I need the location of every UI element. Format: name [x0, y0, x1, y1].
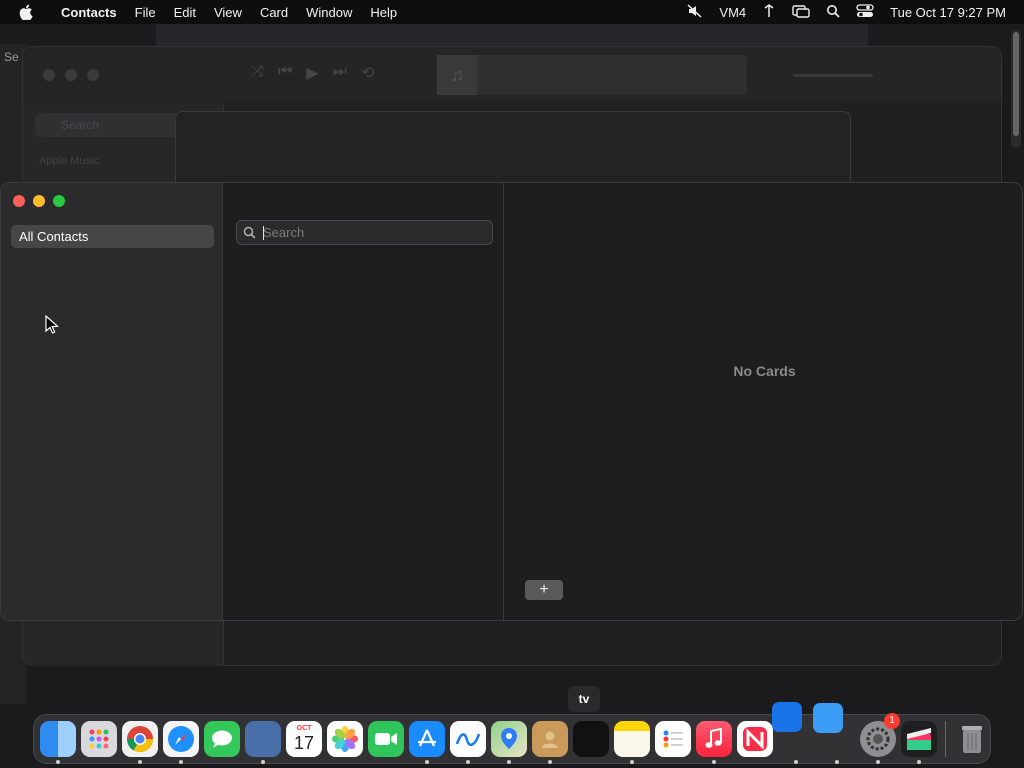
contacts-list-pane: [224, 183, 504, 620]
menu-bar: Contacts File Edit View Card Window Help…: [0, 0, 1024, 24]
menu-clock[interactable]: Tue Oct 17 9:27 PM: [890, 5, 1006, 20]
music-volume-slider[interactable]: [793, 74, 873, 77]
dock: OCT 17 1: [33, 713, 991, 764]
minimize-button[interactable]: [33, 195, 45, 207]
card-detail-pane: No Cards +: [505, 183, 1022, 620]
control-center-icon[interactable]: [856, 3, 874, 21]
shuffle-icon[interactable]: ⤨: [251, 63, 264, 83]
menu-view[interactable]: View: [205, 5, 251, 20]
window-controls: [13, 195, 65, 207]
news-icon[interactable]: [737, 721, 773, 757]
music-content-panel: [175, 111, 851, 191]
groups-sidebar: All Contacts: [1, 183, 223, 620]
close-button[interactable]: [13, 195, 25, 207]
contacts-window: All Contacts No Cards +: [0, 182, 1023, 621]
tv-label-text: tv: [578, 692, 590, 706]
group-all-contacts[interactable]: All Contacts: [11, 225, 214, 248]
freeform-icon[interactable]: [450, 721, 486, 764]
mouse-pointer-icon: [45, 314, 59, 340]
calendar-day: 17: [293, 733, 315, 753]
menu-window[interactable]: Window: [297, 5, 361, 20]
remote-desktop-icon[interactable]: [245, 721, 281, 764]
chrome-icon[interactable]: [122, 721, 158, 764]
system-settings-icon[interactable]: 1: [860, 713, 900, 764]
status-text[interactable]: VM4: [719, 5, 746, 20]
menu-help[interactable]: Help: [361, 5, 406, 20]
add-contact-button[interactable]: +: [525, 580, 563, 600]
background-left-window-text: Se: [4, 50, 19, 64]
launchpad-icon[interactable]: [81, 721, 117, 757]
contacts-search-field[interactable]: [236, 220, 493, 245]
mute-icon[interactable]: [687, 3, 703, 21]
zoom-button[interactable]: [53, 195, 65, 207]
background-window-edge: [156, 24, 868, 48]
dock-separator: [945, 721, 946, 757]
calendar-month: OCT: [296, 725, 312, 732]
menu-file[interactable]: File: [126, 5, 165, 20]
facetime-icon[interactable]: [368, 721, 404, 757]
photos-icon[interactable]: [327, 721, 363, 757]
music-toolbar: ⤨ ⏮ ▶ ⏭ ⟲ ♫: [23, 47, 1001, 103]
background-scrollbar[interactable]: [1011, 30, 1021, 148]
keynote-floating-icon[interactable]: [772, 702, 802, 732]
previous-icon[interactable]: ⏮: [278, 63, 292, 83]
apple-tv-icon[interactable]: [573, 721, 609, 757]
maps-icon[interactable]: [491, 721, 527, 764]
repeat-icon[interactable]: ⟲: [361, 63, 374, 83]
empty-state-label: No Cards: [733, 363, 796, 379]
app-store-icon[interactable]: [409, 721, 445, 764]
notes-icon[interactable]: [614, 721, 650, 764]
play-icon[interactable]: ▶: [306, 63, 318, 83]
menu-app-name[interactable]: Contacts: [52, 5, 126, 20]
trash-icon[interactable]: [954, 721, 990, 757]
apple-tv-tooltip: tv: [568, 686, 600, 712]
menu-edit[interactable]: Edit: [165, 5, 205, 20]
spotlight-search-icon[interactable]: [826, 4, 840, 21]
safari-icon[interactable]: [163, 721, 199, 764]
network-icon[interactable]: [762, 3, 776, 21]
music-note-icon: ♫: [437, 55, 477, 95]
music-window-controls: [43, 69, 99, 81]
contacts-app-icon[interactable]: [532, 721, 568, 764]
screen-mirroring-icon[interactable]: [792, 4, 810, 21]
final-cut-pro-icon[interactable]: [901, 721, 937, 764]
music-now-playing: ♫: [437, 55, 747, 95]
search-input[interactable]: [263, 223, 487, 242]
mail-floating-icon[interactable]: [813, 703, 843, 733]
menu-card[interactable]: Card: [251, 5, 297, 20]
next-icon[interactable]: ⏭: [333, 63, 347, 83]
messages-icon[interactable]: [204, 721, 240, 757]
apple-menu-icon[interactable]: [0, 4, 52, 20]
calendar-icon[interactable]: OCT 17: [286, 721, 322, 757]
music-section-header: Apple Music: [39, 155, 99, 167]
settings-badge: 1: [884, 713, 900, 729]
search-icon: [243, 226, 256, 244]
music-playback-controls: ⤨ ⏮ ▶ ⏭ ⟲: [251, 63, 374, 83]
music-icon[interactable]: [696, 721, 732, 764]
reminders-icon[interactable]: [655, 721, 691, 757]
finder-icon[interactable]: [40, 721, 76, 764]
